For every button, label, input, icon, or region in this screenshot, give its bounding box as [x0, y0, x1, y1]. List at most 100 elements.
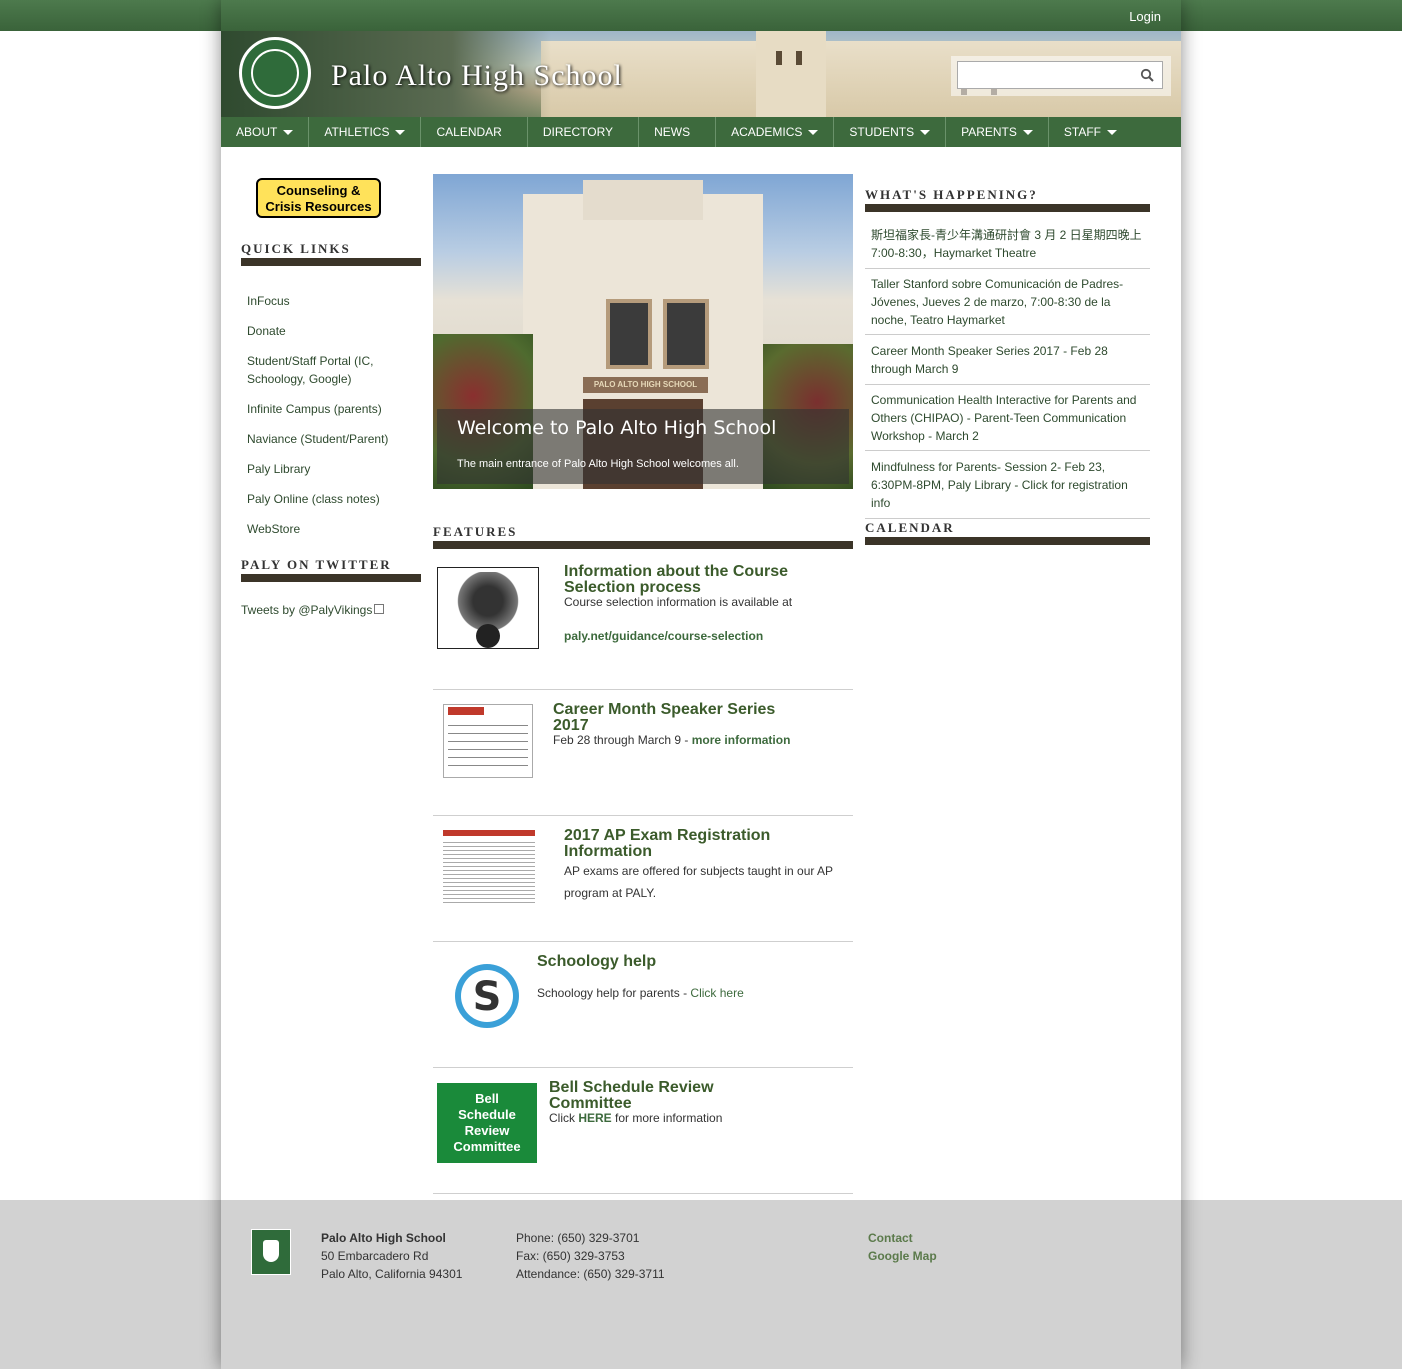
section-divider — [241, 574, 421, 582]
site-header: Palo Alto High School — [221, 31, 1181, 117]
schoology-logo-icon: S — [455, 964, 519, 1028]
ship-icon — [251, 49, 299, 97]
footer-crest-icon — [251, 1229, 291, 1275]
svg-text:S: S — [473, 974, 502, 1020]
footer-google-map-link[interactable]: Google Map — [868, 1247, 937, 1265]
nav-parents[interactable]: PARENTS — [946, 117, 1049, 147]
nav-directory[interactable]: DIRECTORY — [528, 117, 640, 147]
bell-schedule-here-link[interactable]: HERE — [578, 1111, 611, 1125]
more-information-link[interactable]: more information — [692, 733, 791, 747]
schoology-thumbnail[interactable]: S — [437, 956, 537, 1036]
career-month-logo — [448, 707, 484, 715]
feature-title[interactable]: 2017 AP Exam Registration Information — [564, 828, 804, 860]
event-item[interactable]: 斯坦福家長-青少年溝通研討會 3 月 2 日星期四晚上 7:00-8:30，Ha… — [865, 226, 1150, 269]
footer-phone: Phone: (650) 329-3701 — [516, 1231, 640, 1245]
nav-label: CALENDAR — [436, 125, 502, 139]
tweets-link[interactable]: Tweets by @PalyVikings — [241, 603, 385, 617]
quick-link-portal[interactable]: Student/Staff Portal (IC, Schoology, Goo… — [247, 352, 407, 388]
feature-item: Information about the Course Selection p… — [433, 558, 853, 690]
course-selection-link[interactable]: paly.net/guidance/course-selection — [564, 627, 763, 645]
quick-link-infocus[interactable]: InFocus — [247, 292, 407, 310]
footer-contact-link[interactable]: Contact — [868, 1229, 913, 1247]
nav-label: ABOUT — [236, 125, 278, 139]
quick-link-infinite-campus[interactable]: Infinite Campus (parents) — [247, 400, 407, 418]
feature-text: Click HERE for more information — [549, 1109, 839, 1127]
event-item[interactable]: Taller Stanford sobre Comunicación de Pa… — [865, 275, 1150, 335]
main-nav: ABOUT ATHLETICS CALENDAR DIRECTORY NEWS … — [221, 117, 1181, 147]
nav-students[interactable]: STUDENTS — [834, 117, 947, 147]
nav-label: ACADEMICS — [731, 125, 803, 139]
facade-top — [583, 180, 703, 220]
feature-item: Career Month Speaker Series 2017 Feb 28 … — [433, 690, 853, 816]
school-logo[interactable] — [239, 37, 311, 109]
nav-label: PARENTS — [961, 125, 1017, 139]
dropdown-arrow-icon — [1022, 130, 1033, 136]
event-item[interactable]: Mindfulness for Parents- Session 2- Feb … — [865, 458, 1150, 519]
hero-slider[interactable]: PALO ALTO HIGH SCHOOL Welcome to Palo Al… — [433, 174, 853, 489]
crest-shield — [263, 1240, 279, 1262]
school-sign: PALO ALTO HIGH SCHOOL — [583, 377, 708, 393]
feature-text-body: Feb 28 through March 9 - — [553, 733, 692, 747]
dropdown-arrow-icon — [808, 130, 819, 136]
quick-link-library[interactable]: Paly Library — [247, 460, 407, 478]
slider-caption-text: The main entrance of Palo Alto High Scho… — [457, 458, 739, 470]
nav-label: DIRECTORY — [542, 125, 614, 139]
bell-schedule-thumb-text: Bell Schedule Review Committee — [453, 1091, 521, 1154]
document-lines — [443, 840, 535, 906]
tweets-label: Tweets by @PalyVikings — [241, 603, 373, 617]
feature-item: 2017 AP Exam Registration Information AP… — [433, 816, 853, 942]
external-link-icon — [374, 604, 385, 614]
section-divider — [865, 537, 1150, 545]
nav-calendar[interactable]: CALENDAR — [421, 117, 528, 147]
section-divider — [241, 258, 421, 266]
search-input[interactable] — [957, 61, 1163, 89]
nav-label: STAFF — [1063, 125, 1101, 139]
counseling-resources-button[interactable]: Counseling & Crisis Resources — [256, 178, 381, 218]
section-divider — [865, 204, 1150, 212]
feature-title[interactable]: Career Month Speaker Series 2017 — [553, 702, 793, 734]
features-heading: FEATURES — [433, 524, 518, 539]
nav-academics[interactable]: ACADEMICS — [716, 117, 835, 147]
twitter-heading: PALY ON TWITTER — [241, 557, 392, 572]
page-shell: Login Palo Alto High School ABOUT ATHLET… — [221, 0, 1181, 1369]
event-item[interactable]: Communication Health Interactive for Par… — [865, 391, 1150, 451]
quick-links-heading: QUICK LINKS — [241, 241, 351, 256]
login-link[interactable]: Login — [1129, 9, 1161, 24]
schoology-click-here-link[interactable]: Click here — [690, 986, 743, 1000]
footer-fax: Fax: (650) 329-3753 — [516, 1249, 625, 1263]
nav-athletics[interactable]: ATHLETICS — [309, 117, 422, 147]
dropdown-arrow-icon — [283, 130, 294, 136]
nav-news[interactable]: NEWS — [639, 117, 717, 147]
head-silhouette-icon — [476, 624, 500, 648]
dropdown-arrow-icon — [1107, 130, 1117, 136]
feature-title[interactable]: Bell Schedule Review Committee — [549, 1080, 749, 1112]
career-month-thumbnail[interactable] — [443, 704, 533, 778]
header-tower-photo — [756, 31, 826, 117]
feature-text-body: Click — [549, 1111, 579, 1125]
facade-window — [606, 299, 652, 369]
feature-text-body: Schoology help for parents - — [537, 986, 691, 1000]
feature-title[interactable]: Information about the Course Selection p… — [564, 564, 804, 596]
bell-schedule-thumbnail[interactable]: Bell Schedule Review Committee — [437, 1083, 537, 1163]
feature-text: AP exams are offered for subjects taught… — [564, 864, 833, 900]
nav-about[interactable]: ABOUT — [221, 117, 310, 147]
quick-link-webstore[interactable]: WebStore — [247, 520, 407, 538]
search-icon[interactable] — [1140, 68, 1154, 82]
whats-happening-heading: WHAT'S HAPPENING? — [865, 187, 1038, 202]
facade-window — [663, 299, 709, 369]
nav-staff[interactable]: STAFF — [1049, 117, 1132, 147]
nav-label: ATHLETICS — [324, 125, 390, 139]
feature-title[interactable]: Schoology help — [537, 954, 777, 970]
quick-link-donate[interactable]: Donate — [247, 322, 407, 340]
quick-link-naviance[interactable]: Naviance (Student/Parent) — [247, 430, 407, 448]
nav-label: STUDENTS — [849, 125, 915, 139]
dropdown-arrow-icon — [395, 130, 406, 136]
ap-exam-thumbnail[interactable] — [437, 828, 537, 910]
footer-address-line1: 50 Embarcadero Rd — [321, 1249, 429, 1263]
quick-link-paly-online[interactable]: Paly Online (class notes) — [247, 490, 407, 508]
course-selection-thumbnail[interactable] — [437, 567, 539, 649]
event-item[interactable]: Career Month Speaker Series 2017 - Feb 2… — [865, 342, 1150, 385]
header-window — [776, 51, 782, 65]
footer-school-name: Palo Alto High School — [321, 1231, 446, 1245]
site-title[interactable]: Palo Alto High School — [331, 59, 623, 93]
